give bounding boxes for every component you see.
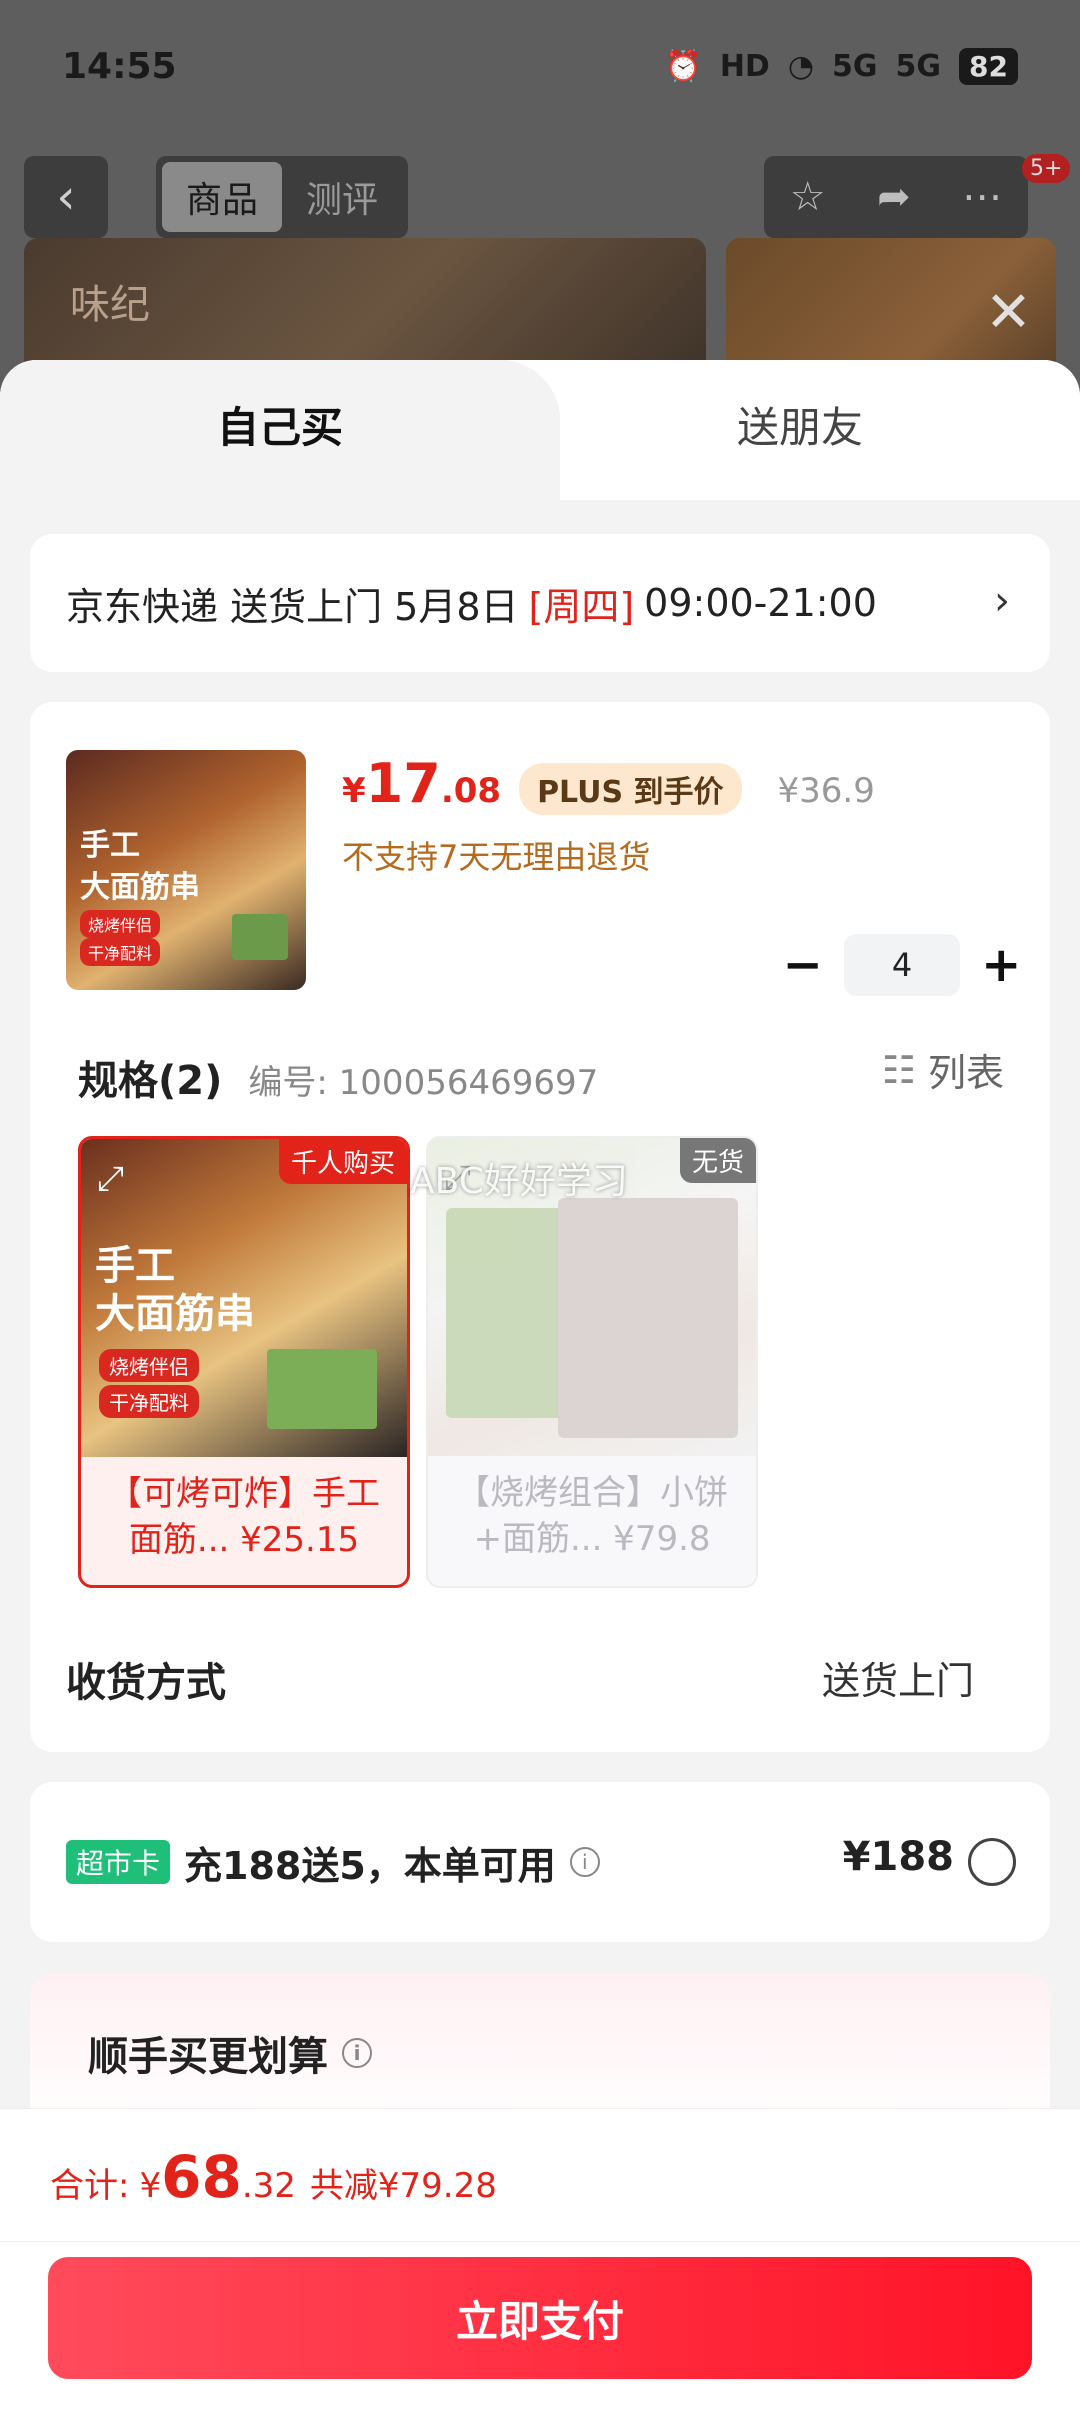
divider [0,2241,1080,2242]
watermark-text: ABC好好学习 [410,1161,628,1202]
info-icon[interactable]: i [342,2038,372,2068]
tab-review[interactable]: 测评 [282,162,402,232]
total-label: 合计: [50,2166,130,2206]
star-icon[interactable]: ☆ [790,174,826,220]
tab-send-friend[interactable]: 送朋友 [520,360,1080,500]
price-decimal: .08 [440,771,502,811]
chevron-right-icon: › [994,578,1010,624]
plus-price: ¥17.08 [342,752,501,815]
shipping-label: 收货方式 [66,1660,226,1706]
tab-buy-self[interactable]: 自己买 [0,360,560,500]
plus-badge: PLUS 到手价 [519,763,742,815]
buy-mode-tabs: 送朋友 自己买 [0,360,1080,500]
shipping-method-row[interactable]: 收货方式 送货上门 [66,1650,1014,1708]
total-decimal: .32 [241,2166,296,2206]
hd-icon: HD [719,49,770,84]
add-on-title: 顺手买更划算 i [88,2024,372,2082]
more-icon[interactable]: ⋯ [962,174,1002,220]
option-image-tag: 干净配料 [99,1385,199,1418]
promo-badge: 超市卡 [66,1840,171,1884]
delivery-weekday: [周四] [528,584,635,629]
list-label: 列表 [927,1051,1004,1095]
signal-5g-icon: 5G [832,49,878,84]
nav-actions: ☆ ➦ ⋯ [764,156,1028,238]
delivery-card[interactable]: 京东快递 送货上门 5月8日 [周四] 09:00-21:00 › [30,534,1050,672]
quantity-stepper: − 4 + [774,934,1030,996]
product-thumbnail[interactable]: 手工 大面筋串 烧烤伴侣 干净配料 [66,750,306,990]
option-image-tag: 烧烤伴侣 [99,1349,199,1382]
total-currency: ¥ [139,2166,162,2206]
spec-title: 规格(2) [78,1058,223,1104]
info-icon[interactable]: i [569,1847,600,1877]
package-image [267,1349,377,1429]
decrease-button[interactable]: − [774,934,832,996]
brand-logo: 味纪 [70,282,150,328]
thumb-tag: 干净配料 [80,938,161,966]
package-image [558,1198,738,1438]
chevron-left-icon: ‹ [56,169,76,225]
option-image-text: 大面筋串 [95,1291,255,1337]
option-label-line: 面筋... ¥25.15 [128,1520,360,1560]
product-code: 编号: 100056469697 [248,1063,599,1103]
spec-option-selected[interactable]: 手工 大面筋串 烧烤伴侣 干净配料 ⤢ 千人购买 【可烤可炸】手工 面筋... … [78,1136,410,1588]
share-icon[interactable]: ➦ [877,174,911,220]
return-policy: 不支持7天无理由退货 [342,838,651,876]
total-integer: 68 [161,2143,242,2211]
price-integer: 17 [365,752,441,815]
package-image [232,914,288,960]
alarm-icon: ⏰ [664,49,702,84]
status-bar: 14:55 ⏰ HD ◔ 5G 5G 82 [0,0,1080,140]
list-view-toggle[interactable]: ☷ 列表 [882,1042,1004,1097]
option-image: 手工 大面筋串 烧烤伴侣 干净配料 [81,1139,407,1457]
thumb-text: 大面筋串 [80,870,200,905]
supermarket-card-promo[interactable]: 超市卡 充188送5，本单可用 i ¥188 [30,1782,1050,1942]
wifi-icon: ◔ [787,49,815,84]
total-row: 合计: ¥ 68 .32 共减¥79.28 [50,2143,497,2211]
price-row: ¥17.08 PLUS 到手价 ¥36.9 [342,752,875,815]
status-icons: ⏰ HD ◔ 5G 5G 82 [664,48,1018,85]
price-currency: ¥ [342,771,366,811]
back-button[interactable]: ‹ [24,156,108,238]
option-label-line: 【可烤可炸】手工 [108,1474,380,1514]
purchase-sheet: 送朋友 自己买 京东快递 送货上门 5月8日 [周四] 09:00-21:00 … [0,360,1080,2412]
thumb-text: 手工 [80,828,140,863]
pay-now-button[interactable]: 立即支付 [48,2257,1032,2379]
option-label: 【可烤可炸】手工 面筋... ¥25.15 [81,1457,407,1585]
expand-icon[interactable]: ⤢ [97,1159,124,1199]
option-label-line: 【烧烤组合】小饼 [456,1473,728,1513]
original-price: ¥36.9 [777,771,875,811]
message-badge: 5+ [1022,154,1071,183]
delivery-info: 京东快递 送货上门 5月8日 [66,584,519,629]
promo-text: 充188送5，本单可用 [184,1843,556,1888]
product-tab-switcher: 商品 测评 [156,156,408,238]
product-card: 手工 大面筋串 烧烤伴侣 干净配料 ¥17.08 PLUS 到手价 ¥36.9 … [30,702,1050,1752]
checkout-bar: 合计: ¥ 68 .32 共减¥79.28 立即支付 [0,2108,1080,2412]
shipping-value: 送货上门 [821,1659,974,1703]
total-discount: 共减¥79.28 [309,2166,497,2206]
thumb-tag: 烧烤伴侣 [80,910,161,938]
promo-price: ¥188 [842,1834,954,1880]
increase-button[interactable]: + [972,934,1030,996]
background-page: 14:55 ⏰ HD ◔ 5G 5G 82 ‹ 商品 测评 ☆ ➦ ⋯ 5+ 味… [0,0,1080,420]
out-of-stock-badge: 无货 [679,1138,756,1183]
list-icon: ☷ [881,1047,916,1092]
package-image [446,1208,566,1418]
close-icon[interactable]: ✕ [985,280,1032,345]
battery-icon: 82 [959,48,1018,85]
tab-product[interactable]: 商品 [162,162,282,232]
quantity-input[interactable]: 4 [843,934,961,996]
delivery-time: 09:00-21:00 [644,581,877,625]
option-label-line: +面筋... ¥79.8 [473,1519,711,1559]
add-on-title-text: 顺手买更划算 [88,2034,328,2080]
spec-header: 规格(2) 编号: 100056469697 [78,1048,598,1106]
product-nav-row: ‹ 商品 测评 ☆ ➦ ⋯ [0,156,1080,238]
promo-radio[interactable] [968,1838,1016,1886]
option-label: 【烧烤组合】小饼 +面筋... ¥79.8 [428,1456,756,1586]
hot-badge: 千人购买 [278,1139,407,1184]
status-time: 14:55 [62,46,177,87]
signal-5g-icon: 5G [895,49,942,84]
